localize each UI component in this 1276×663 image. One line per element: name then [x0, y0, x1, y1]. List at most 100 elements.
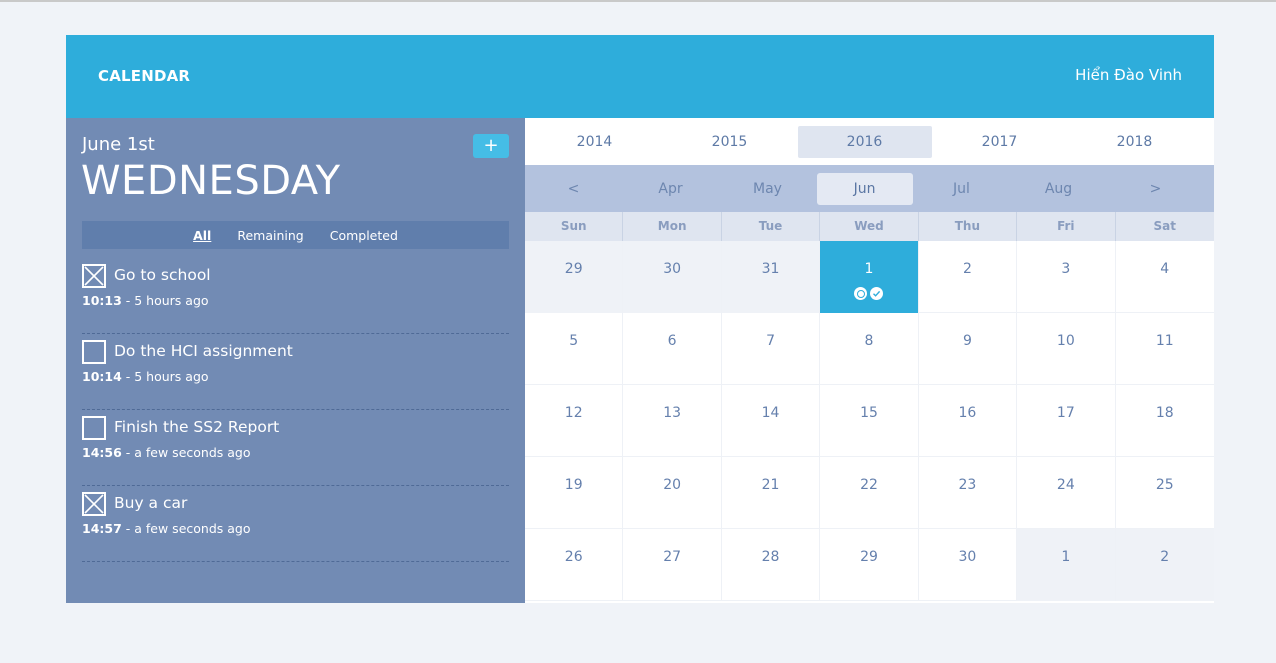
- task-title[interactable]: Go to school: [114, 266, 211, 284]
- task-ago: - a few seconds ago: [121, 445, 251, 460]
- day-cell-other-month[interactable]: 2: [1115, 529, 1214, 601]
- month-selector: < Apr May Jun Jul Aug >: [525, 165, 1214, 212]
- day-cell[interactable]: 5: [525, 313, 624, 385]
- day-cell[interactable]: 10: [1017, 313, 1116, 385]
- weekday-label: Mon: [623, 212, 722, 241]
- week-row: 12 13 14 15 16 17 18: [525, 385, 1214, 457]
- week-row: 29 30 31 1 2 3 4: [525, 241, 1214, 313]
- user-name[interactable]: Hiển Đào Vinh: [1075, 66, 1182, 84]
- day-number: 1: [864, 261, 874, 277]
- day-cell[interactable]: 19: [525, 457, 624, 529]
- day-cell[interactable]: 21: [722, 457, 821, 529]
- weekday-label: Wed: [820, 212, 919, 241]
- day-cell[interactable]: 24: [1017, 457, 1116, 529]
- day-cell[interactable]: 20: [623, 457, 722, 529]
- task-checkbox-unchecked[interactable]: [82, 416, 106, 440]
- day-cell-other-month[interactable]: 30: [623, 241, 722, 313]
- completed-task-check-icon: [870, 287, 884, 300]
- task-title[interactable]: Buy a car: [114, 494, 187, 512]
- calendar-app: CALENDAR Hiển Đào Vinh June 1st WEDNESDA…: [66, 35, 1214, 603]
- pending-task-dot-icon: [854, 287, 868, 300]
- selected-weekday: WEDNESDAY: [81, 158, 341, 204]
- day-grid: 29 30 31 1 2 3 4 5 6 7 8 9 10 11 12 13 1…: [525, 241, 1214, 602]
- task-time: 14:56: [82, 445, 122, 460]
- day-cell[interactable]: 16: [919, 385, 1018, 457]
- task-item: Buy a car 14:57 - a few seconds ago: [82, 486, 509, 562]
- prev-month-button[interactable]: <: [526, 173, 622, 205]
- app-header: CALENDAR Hiển Đào Vinh: [66, 35, 1214, 118]
- day-cell[interactable]: 2: [919, 241, 1018, 313]
- month-option-selected[interactable]: Jun: [816, 172, 913, 205]
- week-row: 19 20 21 22 23 24 25: [525, 457, 1214, 529]
- task-indicators: [854, 287, 884, 300]
- day-cell[interactable]: 3: [1017, 241, 1116, 313]
- week-row: 5 6 7 8 9 10 11: [525, 313, 1214, 385]
- day-cell-other-month[interactable]: 29: [525, 241, 624, 313]
- day-cell[interactable]: 7: [722, 313, 821, 385]
- weekday-label: Tue: [722, 212, 821, 241]
- day-cell-other-month[interactable]: 31: [721, 241, 821, 313]
- day-cell[interactable]: 6: [623, 313, 722, 385]
- day-cell-selected[interactable]: 1: [820, 241, 919, 313]
- task-checkbox-checked[interactable]: [82, 264, 106, 288]
- filter-remaining[interactable]: Remaining: [237, 228, 303, 243]
- day-cell[interactable]: 25: [1116, 457, 1214, 529]
- year-option[interactable]: 2015: [663, 126, 797, 158]
- task-time: 14:57: [82, 521, 122, 536]
- weekday-label: Sun: [525, 212, 624, 241]
- task-ago: - 5 hours ago: [121, 293, 209, 308]
- week-row: 26 27 28 29 30 1 2: [525, 529, 1214, 601]
- task-title[interactable]: Do the HCI assignment: [114, 342, 293, 360]
- task-time: 10:14: [82, 369, 122, 384]
- task-ago: - 5 hours ago: [121, 369, 209, 384]
- day-cell[interactable]: 12: [525, 385, 624, 457]
- day-cell[interactable]: 11: [1116, 313, 1214, 385]
- cross-check-icon: [84, 266, 104, 286]
- month-option[interactable]: Aug: [1011, 173, 1107, 205]
- year-option[interactable]: 2017: [933, 126, 1067, 158]
- day-cell[interactable]: 13: [623, 385, 722, 457]
- day-panel: June 1st WEDNESDAY + All Remaining Compl…: [66, 118, 525, 603]
- day-cell[interactable]: 15: [820, 385, 919, 457]
- day-cell[interactable]: 23: [919, 457, 1018, 529]
- task-checkbox-unchecked[interactable]: [82, 340, 106, 364]
- day-cell[interactable]: 9: [919, 313, 1018, 385]
- filter-completed[interactable]: Completed: [330, 228, 398, 243]
- day-cell[interactable]: 27: [623, 529, 722, 601]
- filter-all[interactable]: All: [193, 228, 211, 243]
- next-month-button[interactable]: >: [1108, 173, 1204, 205]
- day-cell[interactable]: 18: [1116, 385, 1214, 457]
- day-cell[interactable]: 26: [525, 529, 624, 601]
- day-cell[interactable]: 28: [722, 529, 821, 601]
- day-cell[interactable]: 30: [919, 529, 1018, 601]
- selected-date: June 1st: [82, 134, 155, 155]
- cross-check-icon: [84, 494, 104, 514]
- year-option[interactable]: 2014: [528, 126, 662, 158]
- app-title: CALENDAR: [98, 67, 191, 85]
- year-option[interactable]: 2018: [1068, 126, 1202, 158]
- task-meta: 14:56 - a few seconds ago: [82, 445, 250, 460]
- task-meta: 10:13 - 5 hours ago: [82, 293, 209, 308]
- day-cell[interactable]: 29: [820, 529, 919, 601]
- month-option[interactable]: Jul: [914, 173, 1010, 205]
- weekday-header: Sun Mon Tue Wed Thu Fri Sat: [525, 212, 1214, 241]
- day-cell-other-month[interactable]: 1: [1017, 529, 1116, 601]
- task-meta: 10:14 - 5 hours ago: [82, 369, 209, 384]
- task-list: Go to school 10:13 - 5 hours ago Do the …: [82, 258, 509, 562]
- day-cell[interactable]: 8: [820, 313, 919, 385]
- task-time: 10:13: [82, 293, 122, 308]
- task-item: Go to school 10:13 - 5 hours ago: [82, 258, 509, 334]
- day-cell[interactable]: 22: [820, 457, 919, 529]
- year-option-selected[interactable]: 2016: [797, 125, 932, 158]
- task-filter-bar: All Remaining Completed: [82, 221, 509, 249]
- month-option[interactable]: Apr: [623, 173, 719, 205]
- day-cell[interactable]: 17: [1017, 385, 1116, 457]
- add-task-button[interactable]: +: [473, 134, 509, 158]
- task-checkbox-checked[interactable]: [82, 492, 106, 516]
- weekday-label: Fri: [1017, 212, 1116, 241]
- month-option[interactable]: May: [720, 173, 816, 205]
- day-cell[interactable]: 4: [1116, 241, 1214, 313]
- day-cell[interactable]: 14: [722, 385, 821, 457]
- weekday-label: Sat: [1153, 219, 1176, 233]
- task-title[interactable]: Finish the SS2 Report: [114, 418, 279, 436]
